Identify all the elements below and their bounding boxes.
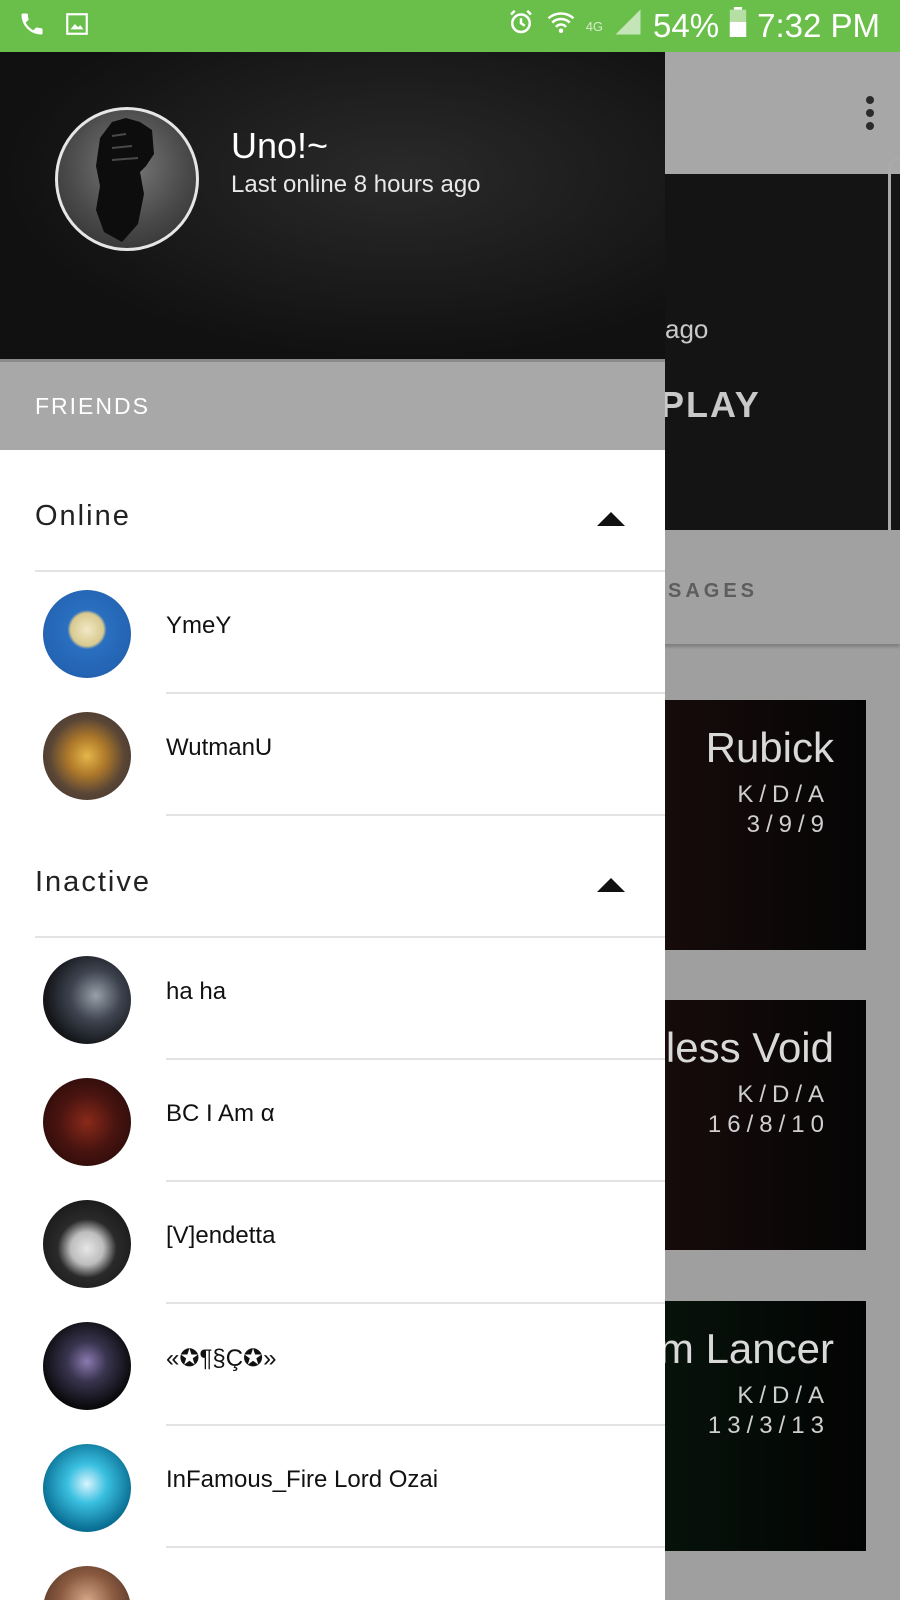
kda-value: 16/8/10 [707, 1111, 830, 1138]
tab-messages[interactable]: SAGES [668, 580, 758, 603]
friend-item[interactable]: ha ha [0, 938, 665, 1060]
avatar [43, 1322, 131, 1410]
image-icon [64, 11, 90, 42]
match-hero-name: less Void [665, 1024, 834, 1071]
friends-drawer: Uno!~ Last online 8 hours ago FRIENDS On… [0, 52, 665, 1600]
collapse-arrow-icon[interactable] [597, 878, 625, 892]
friend-name: WutmanU [166, 734, 273, 761]
avatar [43, 1078, 131, 1166]
section-title: Online [35, 499, 131, 532]
alarm-icon [506, 7, 536, 45]
match-kda: K/D/A 3/9/9 [737, 780, 830, 840]
avatar [43, 956, 131, 1044]
friend-name: YmeY [166, 612, 232, 639]
match-card[interactable]: less Void K/D/A 16/8/10 [630, 1000, 866, 1250]
play-button[interactable]: PLAY [660, 384, 761, 426]
avatar [43, 590, 131, 678]
clock: 7:32 PM [757, 7, 880, 44]
match-hero-name: m Lancer [658, 1325, 834, 1372]
wifi-icon [546, 7, 576, 45]
match-kda: K/D/A 13/3/13 [708, 1381, 830, 1441]
friend-item[interactable]: [V]endetta [0, 1182, 665, 1304]
section-title: Inactive [35, 865, 151, 898]
online-section-header[interactable]: Online [35, 450, 665, 572]
status-bar: 4G 54% 7:32 PM [0, 0, 900, 52]
signal-icon [613, 7, 643, 45]
inactive-section-header[interactable]: Inactive [35, 816, 665, 938]
friend-item[interactable]: WutmanU [0, 694, 665, 816]
friend-item[interactable]: «✪¶§Ç✪» [0, 1304, 665, 1426]
battery-icon [729, 7, 747, 45]
friend-item[interactable]: YmeY [0, 572, 665, 694]
overflow-menu-icon[interactable] [866, 96, 876, 135]
phone-icon [18, 10, 46, 43]
friend-name: InFamous_Fire Lord Ozai [166, 1466, 439, 1493]
avatar [43, 712, 131, 800]
avatar [43, 1200, 131, 1288]
network-type: 4G [585, 18, 604, 34]
friend-name: «✪¶§Ç✪» [166, 1345, 277, 1372]
kda-label: K/D/A [737, 1081, 830, 1108]
profile-header[interactable]: Uno!~ Last online 8 hours ago [0, 52, 665, 362]
friend-name: ha ha [166, 978, 227, 1005]
hero-time-text: ago [665, 314, 709, 344]
match-hero-name: Rubick [705, 724, 834, 771]
profile-status: Last online 8 hours ago [231, 171, 481, 198]
kda-value: 13/3/13 [707, 1412, 830, 1439]
match-card[interactable]: m Lancer K/D/A 13/3/13 [630, 1301, 866, 1551]
kda-label: K/D/A [737, 781, 830, 808]
avatar [43, 1566, 131, 1600]
kda-label: K/D/A [737, 1382, 830, 1409]
kda-value: 3/9/9 [746, 811, 830, 838]
friends-header: FRIENDS [0, 362, 665, 450]
raised-fist-icon [96, 118, 154, 242]
profile-name: Uno!~ [231, 125, 329, 166]
match-card[interactable]: Rubick K/D/A 3/9/9 [630, 700, 866, 950]
friend-name: BC I Am α [166, 1100, 275, 1127]
edge-panel-handle[interactable] [888, 157, 900, 587]
friend-item[interactable]: InFamous_Fire Lord Ozai [0, 1426, 665, 1548]
profile-avatar[interactable] [55, 107, 199, 251]
friend-item[interactable] [0, 1548, 665, 1600]
collapse-arrow-icon[interactable] [597, 512, 625, 526]
match-kda: K/D/A 16/8/10 [708, 1080, 830, 1140]
avatar [43, 1444, 131, 1532]
battery-percent: 54% [653, 7, 720, 44]
friend-name: [V]endetta [166, 1222, 276, 1249]
friend-item[interactable]: BC I Am α [0, 1060, 665, 1182]
